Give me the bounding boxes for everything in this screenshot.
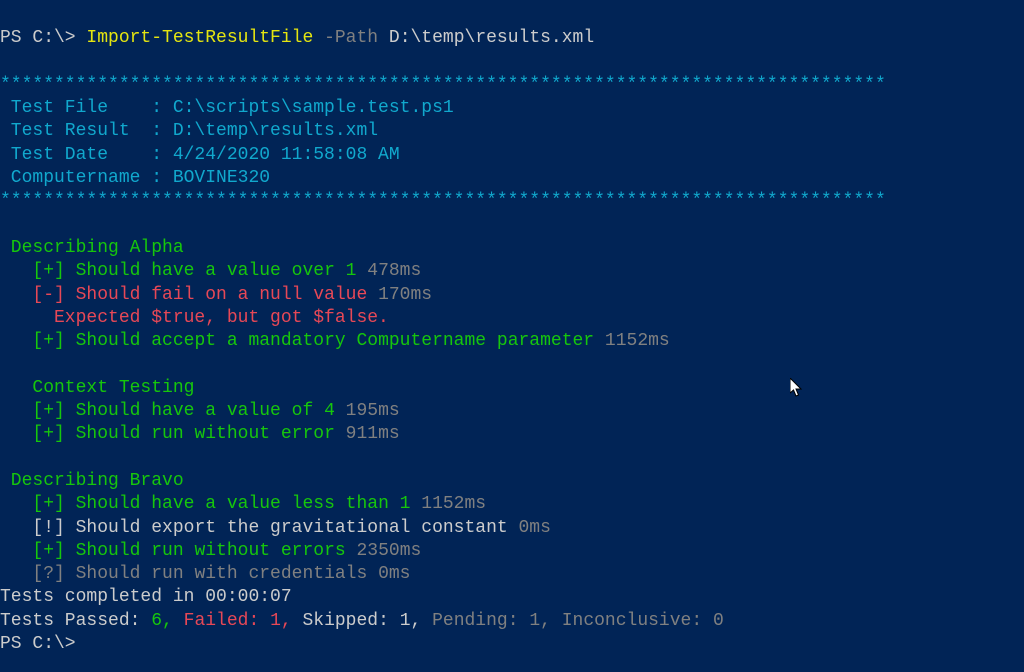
test-time: 0ms (378, 564, 410, 584)
header-date-value: 4/24/2020 11:58:08 AM (173, 145, 400, 165)
command-arg: D:\temp\results.xml (389, 28, 594, 48)
test-result-text: Should have a value over 1 (76, 261, 368, 281)
test-time: 0ms (519, 518, 551, 538)
pass-mark-icon: [+] (0, 261, 76, 281)
header-comp-value: BOVINE320 (173, 168, 270, 188)
summary-inconclusive-value: 0 (713, 611, 724, 631)
header-date-label: Test Date : (0, 145, 173, 165)
summary-pending-value: 1, (529, 611, 561, 631)
test-result-text: Should run without errors (76, 541, 357, 561)
prompt: PS C:\> (0, 634, 76, 654)
summary-inconclusive-label: Inconclusive: (562, 611, 713, 631)
test-time: 1152ms (421, 494, 486, 514)
skip-mark-icon: [!] (0, 518, 76, 538)
pass-mark-icon: [+] (0, 331, 76, 351)
pass-mark-icon: [+] (0, 494, 76, 514)
fail-mark-icon: [-] (0, 285, 76, 305)
test-result-text: Should run without error (76, 424, 346, 444)
summary-completed: Tests completed in 00:00:07 (0, 587, 292, 607)
summary-skipped-label: Skipped: (302, 611, 399, 631)
summary-failed-value: 1, (270, 611, 302, 631)
test-error-text: Expected $true, but got $false. (0, 308, 389, 328)
test-result-text: Should fail on a null value (76, 285, 378, 305)
test-time: 2350ms (356, 541, 421, 561)
powershell-terminal[interactable]: PS C:\> Import-TestResultFile -Path D:\t… (0, 0, 1024, 656)
describe-bravo-title: Describing Bravo (0, 471, 184, 491)
pass-mark-icon: [+] (0, 424, 76, 444)
test-result-text: Should have a value of 4 (76, 401, 346, 421)
test-time: 478ms (367, 261, 421, 281)
header-file-label: Test File : (0, 98, 173, 118)
divider-stars: ****************************************… (0, 191, 886, 211)
command-param: -Path (324, 28, 378, 48)
summary-passed-value: 6, (151, 611, 183, 631)
test-result-text: Should have a value less than 1 (76, 494, 422, 514)
describe-alpha-title: Describing Alpha (0, 238, 184, 258)
summary-skipped-value: 1, (400, 611, 432, 631)
header-result-label: Test Result : (0, 121, 173, 141)
command-name: Import-TestResultFile (86, 28, 313, 48)
test-time: 195ms (346, 401, 400, 421)
context-title: Context Testing (0, 378, 194, 398)
test-result-text: Should run with credentials (76, 564, 378, 584)
prompt: PS C:\> (0, 28, 86, 48)
header-comp-label: Computername : (0, 168, 173, 188)
divider-stars: ****************************************… (0, 75, 886, 95)
summary-passed-label: Tests Passed: (0, 611, 151, 631)
pass-mark-icon: [+] (0, 401, 76, 421)
test-time: 911ms (346, 424, 400, 444)
pending-mark-icon: [?] (0, 564, 76, 584)
test-result-text: Should export the gravitational constant (76, 518, 519, 538)
test-result-text: Should accept a mandatory Computername p… (76, 331, 605, 351)
test-time: 1152ms (605, 331, 670, 351)
header-result-value: D:\temp\results.xml (173, 121, 378, 141)
header-file-value: C:\scripts\sample.test.ps1 (173, 98, 454, 118)
test-time: 170ms (378, 285, 432, 305)
pass-mark-icon: [+] (0, 541, 76, 561)
summary-pending-label: Pending: (432, 611, 529, 631)
summary-failed-label: Failed: (184, 611, 270, 631)
